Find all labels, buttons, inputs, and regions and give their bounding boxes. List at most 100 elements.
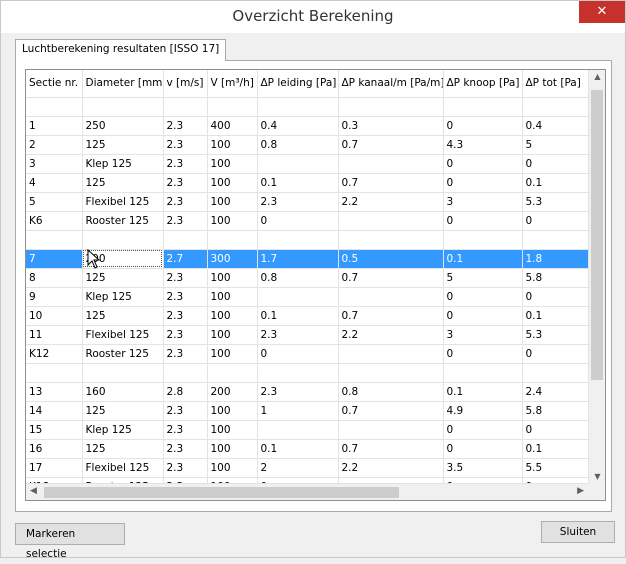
table-cell[interactable]: 0 bbox=[443, 306, 523, 326]
table-cell[interactable]: 0 bbox=[443, 287, 523, 307]
table-cell[interactable]: Flexibel 125 bbox=[82, 458, 164, 478]
table-cell[interactable]: 2.3 bbox=[257, 382, 339, 402]
table-cell[interactable]: 0.1 bbox=[522, 306, 588, 326]
table-cell[interactable]: 125 bbox=[82, 268, 164, 288]
column-header[interactable]: ΔP kanaal/m [Pa/m] bbox=[338, 70, 444, 98]
table-cell[interactable]: 0.7 bbox=[338, 306, 444, 326]
close-icon[interactable]: ✕ bbox=[579, 1, 625, 23]
table-cell[interactable] bbox=[257, 97, 339, 117]
table-cell[interactable] bbox=[522, 230, 588, 250]
table-cell[interactable]: 2.4 bbox=[522, 382, 588, 402]
table-cell[interactable]: 0 bbox=[522, 420, 588, 440]
mark-selection-button[interactable]: Markeren selectie bbox=[15, 523, 125, 560]
table-cell[interactable]: Klep 125 bbox=[82, 287, 164, 307]
table-cell[interactable]: 0.1 bbox=[257, 173, 339, 193]
table-cell[interactable] bbox=[338, 211, 444, 231]
table-cell[interactable] bbox=[163, 230, 208, 250]
table-cell[interactable]: 0 bbox=[443, 439, 523, 459]
table-cell[interactable] bbox=[257, 230, 339, 250]
table-row[interactable] bbox=[26, 230, 588, 250]
table-cell[interactable]: 100 bbox=[207, 268, 258, 288]
table-cell[interactable]: Klep 125 bbox=[82, 154, 164, 174]
table-cell[interactable] bbox=[338, 344, 444, 364]
table-cell[interactable] bbox=[257, 287, 339, 307]
table-cell[interactable]: 3 bbox=[443, 192, 523, 212]
table-row[interactable]: 9Klep 1252.3100002 bbox=[26, 287, 588, 307]
table-cell[interactable]: 2.3 bbox=[257, 192, 339, 212]
table-cell[interactable]: 0.8 bbox=[257, 268, 339, 288]
table-row[interactable]: 11Flexibel 1252.31002.32.235.30 bbox=[26, 325, 588, 345]
table-cell[interactable]: 100 bbox=[207, 325, 258, 345]
vertical-scrollbar[interactable]: ▲ ▼ bbox=[588, 70, 605, 483]
table-row[interactable]: 3Klep 1252.3100005 bbox=[26, 154, 588, 174]
table-row[interactable]: 17Flexibel 1252.310022.23.55.50 bbox=[26, 458, 588, 478]
scroll-down-icon[interactable]: ▼ bbox=[589, 472, 605, 481]
table-cell[interactable]: 100 bbox=[207, 192, 258, 212]
column-header[interactable]: Diameter [mm] bbox=[82, 70, 164, 98]
table-row[interactable]: K12Rooster 1252.31000000 bbox=[26, 344, 588, 364]
table-cell[interactable]: 17 bbox=[26, 458, 83, 478]
table-cell[interactable]: 0.4 bbox=[257, 116, 339, 136]
table-cell[interactable]: 2.3 bbox=[163, 116, 208, 136]
table-cell[interactable]: 2.2 bbox=[338, 458, 444, 478]
table-cell[interactable] bbox=[443, 230, 523, 250]
table-cell[interactable]: 2.3 bbox=[163, 211, 208, 231]
table-cell[interactable]: 0.8 bbox=[338, 382, 444, 402]
table-cell[interactable]: 4.3 bbox=[443, 135, 523, 155]
table-cell[interactable] bbox=[338, 420, 444, 440]
table-cell[interactable]: 2.3 bbox=[163, 344, 208, 364]
table-cell[interactable]: 1.7 bbox=[257, 249, 339, 269]
table-cell[interactable]: 13 bbox=[26, 382, 83, 402]
table-cell[interactable] bbox=[257, 363, 339, 383]
table-cell[interactable]: 0 bbox=[443, 154, 523, 174]
table-cell[interactable]: Flexibel 125 bbox=[82, 325, 164, 345]
table-cell[interactable] bbox=[26, 363, 83, 383]
table-cell[interactable]: 0.8 bbox=[257, 135, 339, 155]
table-cell[interactable] bbox=[338, 230, 444, 250]
table-cell[interactable]: 2.7 bbox=[163, 249, 208, 269]
table-cell[interactable]: 0.7 bbox=[338, 439, 444, 459]
table-cell[interactable]: 15 bbox=[26, 420, 83, 440]
column-header[interactable]: ΔP tot [Pa] bbox=[522, 70, 588, 98]
table-cell[interactable]: 3.5 bbox=[443, 458, 523, 478]
table-row[interactable]: 101252.31000.10.700.10 bbox=[26, 306, 588, 326]
table-cell[interactable]: 9 bbox=[26, 287, 83, 307]
table-cell[interactable]: 5 bbox=[443, 268, 523, 288]
table-cell[interactable]: K6 bbox=[26, 211, 83, 231]
table-cell[interactable]: 0.1 bbox=[257, 306, 339, 326]
table-cell[interactable]: 2.3 bbox=[163, 325, 208, 345]
table-cell[interactable]: 0.7 bbox=[338, 135, 444, 155]
table-cell[interactable] bbox=[82, 363, 164, 383]
table-cell[interactable]: 125 bbox=[82, 135, 164, 155]
table-cell[interactable] bbox=[26, 97, 83, 117]
table-cell[interactable]: 100 bbox=[207, 458, 258, 478]
table-cell[interactable]: 300 bbox=[207, 249, 258, 269]
table-cell[interactable]: 5 bbox=[522, 135, 588, 155]
table-row[interactable]: 15Klep 1252.3100000 bbox=[26, 420, 588, 440]
table-cell[interactable] bbox=[82, 97, 164, 117]
table-cell[interactable]: 5.3 bbox=[522, 192, 588, 212]
table-cell[interactable]: 100 bbox=[207, 173, 258, 193]
table-cell[interactable]: 125 bbox=[82, 401, 164, 421]
table-cell[interactable]: Rooster 125 bbox=[82, 211, 164, 231]
table-cell[interactable]: 2.3 bbox=[163, 268, 208, 288]
table-cell[interactable]: 0 bbox=[522, 287, 588, 307]
table-cell[interactable]: Flexibel 125 bbox=[82, 192, 164, 212]
table-cell[interactable]: 100 bbox=[207, 344, 258, 364]
table-cell[interactable]: 400 bbox=[207, 116, 258, 136]
table-cell[interactable]: 11 bbox=[26, 325, 83, 345]
column-header[interactable]: ΔP leiding [Pa] bbox=[257, 70, 339, 98]
table-cell[interactable]: 2 bbox=[26, 135, 83, 155]
table-cell[interactable]: 100 bbox=[207, 154, 258, 174]
table-cell[interactable]: 0 bbox=[443, 420, 523, 440]
column-header[interactable]: ΔP knoop [Pa] bbox=[443, 70, 523, 98]
table-cell[interactable]: 3 bbox=[443, 325, 523, 345]
table-cell[interactable]: 0 bbox=[522, 154, 588, 174]
table-cell[interactable]: 125 bbox=[82, 439, 164, 459]
tab-luchtberekening[interactable]: Luchtberekening resultaten [ISSO 17] bbox=[15, 39, 227, 61]
table-row[interactable]: 41252.31000.10.700.10 bbox=[26, 173, 588, 193]
table-cell[interactable]: 200 bbox=[207, 382, 258, 402]
table-row[interactable]: 161252.31000.10.700.10 bbox=[26, 439, 588, 459]
table-cell[interactable]: 0.7 bbox=[338, 401, 444, 421]
table-cell[interactable]: 0 bbox=[443, 344, 523, 364]
